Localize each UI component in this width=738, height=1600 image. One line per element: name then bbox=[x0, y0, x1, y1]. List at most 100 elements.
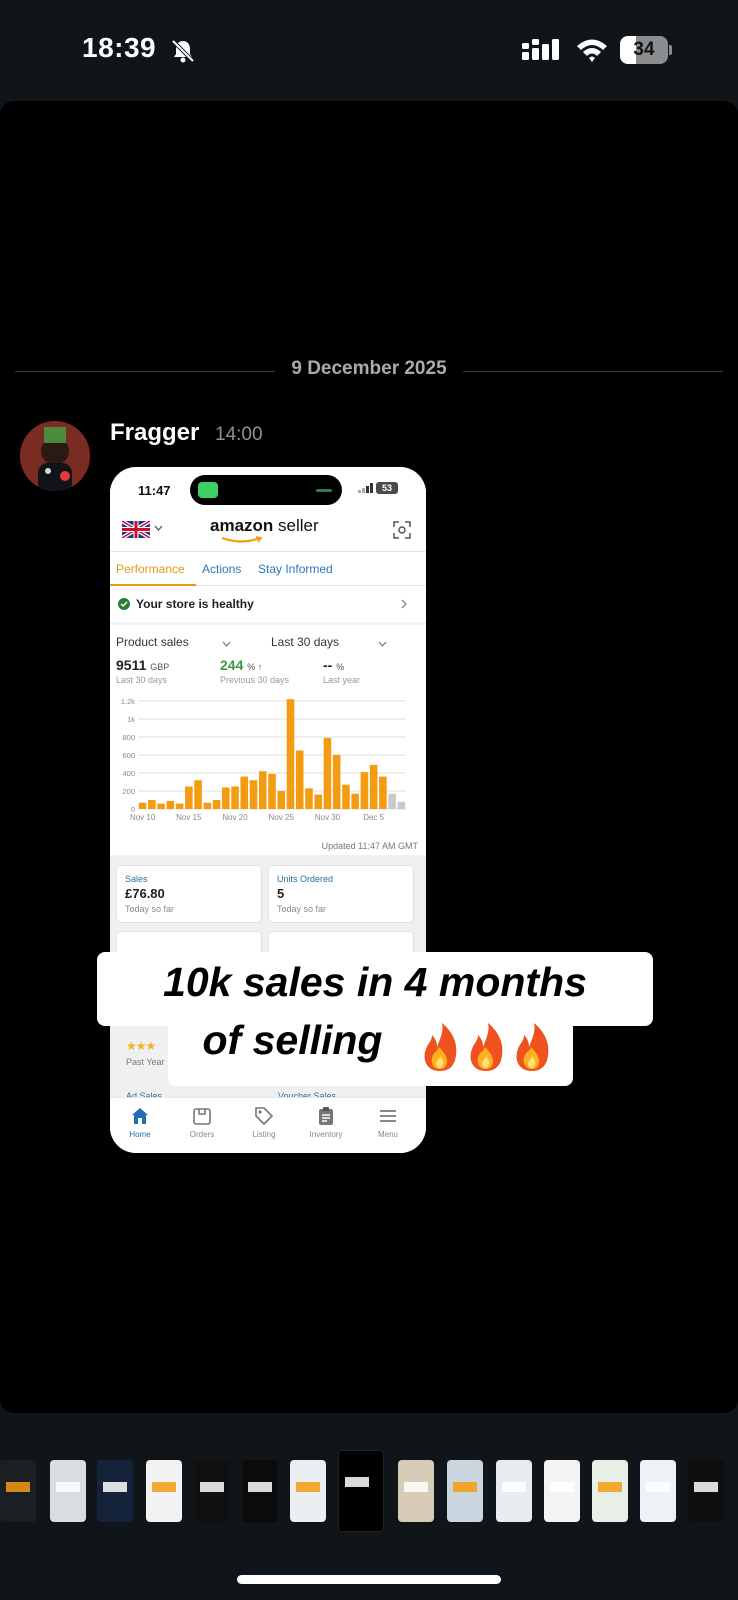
chart-bar bbox=[369, 764, 378, 809]
thumbnail[interactable] bbox=[242, 1460, 278, 1522]
chart-bar bbox=[268, 773, 276, 809]
store-health-row[interactable]: Your store is healthy bbox=[110, 586, 426, 622]
thumbnail[interactable] bbox=[544, 1460, 580, 1522]
tile-label: Units Ordered bbox=[277, 874, 334, 884]
home-icon bbox=[132, 1108, 148, 1124]
chart-bar bbox=[332, 755, 341, 809]
metric-yoy-value: -- % bbox=[323, 657, 345, 673]
thumbnail[interactable] bbox=[592, 1460, 628, 1522]
store-health-text: Your store is healthy bbox=[136, 597, 254, 611]
screen: { "status_bar": { "time": "18:39", "batt… bbox=[0, 0, 738, 1600]
scan-icon[interactable] bbox=[393, 521, 411, 539]
thumbnail[interactable] bbox=[640, 1460, 676, 1522]
sales-tile[interactable]: Sales £76.80 Today so far bbox=[116, 865, 262, 923]
x-tick-label: Nov 10 bbox=[130, 813, 156, 822]
nav-listing[interactable]: Listing bbox=[236, 1104, 292, 1148]
tile-value: 5 bbox=[277, 886, 285, 901]
tab-stay-informed[interactable]: Stay Informed bbox=[258, 562, 333, 576]
tab-actions[interactable]: Actions bbox=[202, 562, 241, 576]
chart-bar bbox=[157, 803, 165, 809]
chart-bar bbox=[323, 737, 332, 809]
metric-sales-value: 9511 GBP bbox=[116, 657, 170, 673]
x-tick-label: Nov 15 bbox=[176, 813, 202, 822]
y-tick-label: 200 bbox=[122, 787, 135, 796]
thumbnail-current[interactable] bbox=[338, 1450, 384, 1532]
thumbnail[interactable] bbox=[447, 1460, 483, 1522]
chevron-right-icon bbox=[401, 599, 407, 609]
y-tick-label: 400 bbox=[122, 769, 135, 778]
app-header: amazon seller bbox=[110, 511, 426, 551]
home-indicator[interactable] bbox=[237, 1575, 501, 1584]
x-tick-label: Dec 5 bbox=[363, 813, 384, 822]
tile-sub: Today so far bbox=[125, 904, 175, 914]
metric-dropdown[interactable]: Product sales bbox=[116, 635, 189, 649]
rating-stars: ★★★ bbox=[126, 1039, 156, 1053]
chart-bar bbox=[148, 800, 156, 809]
chart-bar bbox=[314, 794, 322, 809]
sales-card: Product sales Last 30 days 9511 GBP Last… bbox=[110, 625, 426, 855]
chart-bar bbox=[231, 786, 239, 809]
thumbnail[interactable] bbox=[290, 1460, 326, 1522]
chevron-down-icon[interactable] bbox=[378, 641, 387, 647]
uk-flag-icon[interactable] bbox=[122, 521, 150, 538]
clipboard-icon bbox=[319, 1107, 333, 1125]
bottom-nav: Home Orders Listing Inventory Menu bbox=[110, 1097, 426, 1153]
nav-orders[interactable]: Orders bbox=[174, 1104, 230, 1148]
chart-bar bbox=[258, 771, 267, 809]
chart-bar bbox=[175, 803, 184, 809]
tile-sub: Today so far bbox=[277, 904, 327, 914]
thumbnail[interactable] bbox=[194, 1460, 230, 1522]
x-tick-label: Nov 20 bbox=[222, 813, 248, 822]
battery-percent: 34 bbox=[633, 39, 655, 60]
chart-bar bbox=[185, 786, 193, 809]
status-time: 18:39 bbox=[82, 32, 157, 63]
tab-bar: Performance Actions Stay Informed bbox=[110, 551, 426, 586]
tile-value: £76.80 bbox=[125, 886, 165, 901]
caption-line-1: 10k sales in 4 months bbox=[163, 959, 587, 1005]
x-tick-label: Nov 30 bbox=[315, 813, 341, 822]
nav-home[interactable]: Home bbox=[112, 1104, 168, 1148]
screenshot-battery: 53 bbox=[376, 482, 398, 494]
nav-label: Orders bbox=[189, 1130, 215, 1139]
chart-bar bbox=[222, 787, 230, 809]
metric-yoy-sub: Last year bbox=[323, 675, 361, 685]
chart-bar bbox=[240, 776, 249, 809]
chevron-down-icon[interactable] bbox=[222, 641, 231, 647]
chart-bar bbox=[277, 791, 286, 809]
author-name[interactable]: Fragger bbox=[110, 419, 199, 447]
tile-label: Sales bbox=[125, 874, 148, 884]
chart-bar bbox=[360, 772, 369, 809]
thumbnail[interactable] bbox=[97, 1460, 133, 1522]
chart-bar bbox=[166, 800, 175, 809]
media-viewer[interactable]: 9 December 2025 Fragger 14:00 11:47 53 a… bbox=[0, 101, 738, 1413]
thumbnail[interactable] bbox=[50, 1460, 86, 1522]
nav-label: Listing bbox=[252, 1130, 276, 1139]
chart-bar bbox=[295, 750, 304, 809]
nav-inventory[interactable]: Inventory bbox=[298, 1104, 354, 1148]
screenshot-status-bar: 11:47 53 bbox=[110, 467, 426, 511]
orders-icon bbox=[193, 1108, 211, 1125]
avatar[interactable] bbox=[20, 421, 90, 491]
amazon-seller-logo: amazon seller bbox=[210, 516, 330, 546]
chevron-down-icon[interactable] bbox=[154, 524, 163, 532]
wifi-icon bbox=[577, 39, 607, 62]
thumbnail-strip[interactable] bbox=[0, 1448, 738, 1534]
nav-menu[interactable]: Menu bbox=[360, 1104, 416, 1148]
metric-change-sub: Previous 30 days bbox=[220, 675, 290, 685]
nav-label: Inventory bbox=[309, 1130, 343, 1139]
units-ordered-tile[interactable]: Units Ordered 5 Today so far bbox=[268, 865, 414, 923]
chart-bar bbox=[388, 793, 396, 809]
thumbnail[interactable] bbox=[496, 1460, 532, 1522]
tab-performance[interactable]: Performance bbox=[116, 562, 185, 576]
thumbnail[interactable] bbox=[688, 1460, 724, 1522]
range-dropdown[interactable]: Last 30 days bbox=[271, 635, 339, 649]
chart-bar bbox=[138, 802, 147, 809]
thumbnail[interactable] bbox=[398, 1460, 434, 1522]
chart-bar bbox=[203, 802, 212, 809]
y-tick-label: 1.2k bbox=[121, 697, 135, 706]
thumbnail[interactable] bbox=[146, 1460, 182, 1522]
chart-bar bbox=[305, 788, 313, 809]
chart-bar bbox=[342, 784, 350, 809]
metric-change-value: 244 % ↑ bbox=[220, 657, 263, 673]
thumbnail[interactable] bbox=[0, 1460, 36, 1522]
